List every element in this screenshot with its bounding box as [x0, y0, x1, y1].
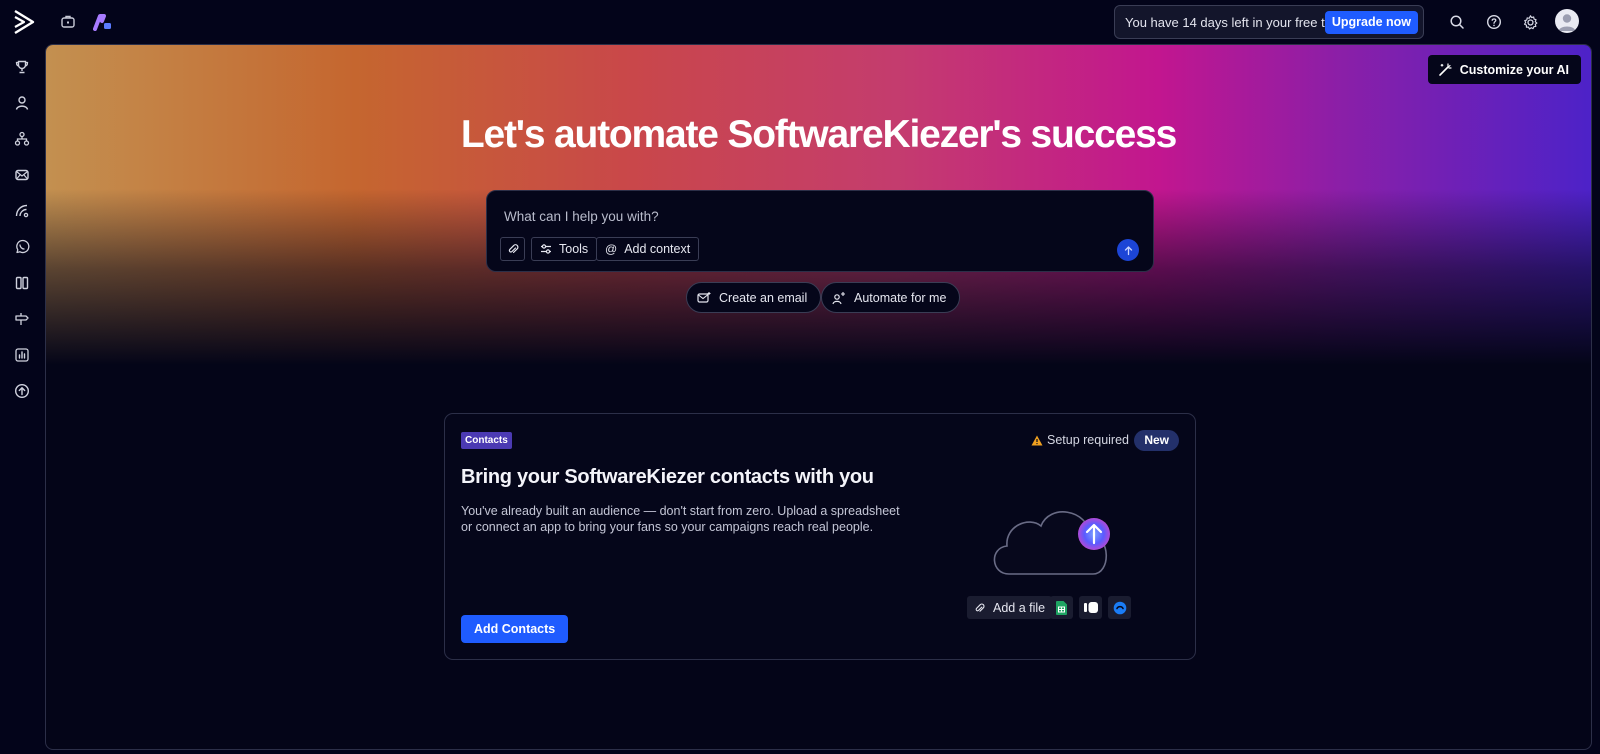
help-icon[interactable]: [1484, 12, 1504, 32]
tools-label: Tools: [559, 242, 589, 256]
hierarchy-icon[interactable]: [12, 129, 32, 149]
mail-icon[interactable]: [12, 165, 32, 185]
search-icon[interactable]: [1447, 12, 1467, 32]
signpost-icon[interactable]: [12, 309, 32, 329]
brand-a-icon[interactable]: [93, 12, 113, 32]
magic-wand-icon: [1438, 62, 1452, 76]
setup-status: Setup required: [1031, 433, 1129, 447]
megaphone-icon[interactable]: [12, 201, 32, 221]
chart-icon[interactable]: [12, 345, 32, 365]
avatar[interactable]: [1555, 9, 1579, 33]
automate-chip[interactable]: Automate for me: [821, 282, 961, 313]
contacts-card: Contacts Setup required New Bring your S…: [444, 413, 1196, 660]
gear-icon[interactable]: [1520, 12, 1540, 32]
add-context-label: Add context: [624, 242, 691, 256]
create-email-label: Create an email: [719, 290, 808, 305]
app-connector-icon[interactable]: [1079, 596, 1102, 619]
sliders-icon: [541, 244, 551, 254]
setup-text: Setup required: [1046, 433, 1129, 447]
person-icon[interactable]: [12, 93, 32, 113]
customize-ai-button[interactable]: Customize your AI: [1427, 55, 1581, 84]
briefcase-icon[interactable]: [58, 12, 78, 32]
customize-ai-label: Customize your AI: [1459, 62, 1569, 77]
arrow-up-icon: [1124, 245, 1132, 255]
send-button[interactable]: [1117, 239, 1139, 261]
tools-button[interactable]: Tools: [531, 237, 598, 261]
card-description: You've already built an audience — don't…: [461, 504, 900, 534]
paperclip-icon: [975, 603, 985, 612]
logo-arrow-icon[interactable]: [12, 9, 36, 35]
add-file-button[interactable]: Add a file: [967, 596, 1053, 619]
card-title: Bring your SoftwareKiezer contacts with …: [461, 466, 874, 488]
warning-icon: [1031, 435, 1043, 445]
at-sign-icon: @: [605, 242, 618, 256]
add-contacts-button[interactable]: Add Contacts: [461, 615, 569, 643]
contacts-tag: Contacts: [461, 432, 512, 449]
paperclip-icon: [508, 244, 518, 254]
create-email-chip[interactable]: Create an email: [686, 282, 822, 313]
prompt-input[interactable]: What can I help you with?: [504, 209, 659, 224]
trial-banner: You have 14 days left in your free trial…: [1114, 5, 1424, 39]
upgrade-button[interactable]: Upgrade now: [1324, 11, 1418, 34]
mail-plus-icon: [697, 291, 711, 303]
prompt-box: What can I help you with? Tools @ Add co…: [486, 190, 1154, 272]
columns-icon[interactable]: [12, 273, 32, 293]
add-file-label: Add a file: [993, 600, 1046, 615]
new-badge: New: [1134, 430, 1179, 451]
trophy-icon[interactable]: [12, 57, 32, 77]
page-title: Let's automate SoftwareKiezer's success: [460, 113, 1177, 156]
whatsapp-icon[interactable]: [12, 237, 32, 257]
automate-label: Automate for me: [854, 290, 947, 305]
crm-app-icon[interactable]: [1108, 596, 1131, 619]
attach-button[interactable]: [500, 237, 525, 261]
add-context-button[interactable]: @ Add context: [596, 237, 700, 261]
person-sparkle-icon: [832, 291, 845, 304]
google-sheets-icon[interactable]: [1050, 596, 1073, 619]
upload-icon[interactable]: [12, 381, 32, 401]
sidebar: [0, 44, 45, 754]
trial-text: You have 14 days left in your free trial…: [1125, 14, 1346, 30]
cloud-upload-icon: [993, 511, 1110, 575]
top-bar: You have 14 days left in your free trial…: [0, 0, 1600, 44]
main-panel: Customize your AI Let's automate Softwar…: [45, 44, 1592, 750]
